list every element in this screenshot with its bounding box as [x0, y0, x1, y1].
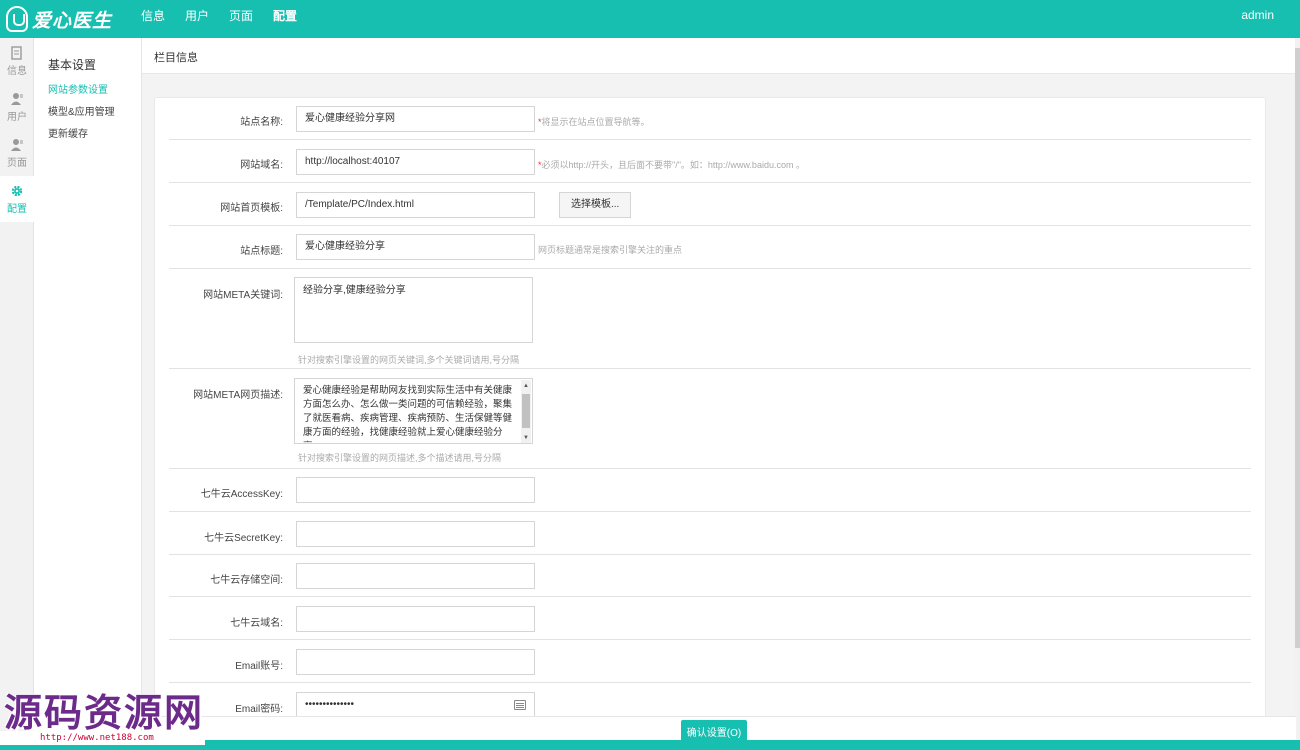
- form-row-domain: 网站域名: http://localhost:40107 *必须以http://…: [169, 140, 1251, 183]
- logo-text: 爱心医生: [32, 9, 113, 32]
- form-row-qiniu-bucket: 七牛云存储空间:: [169, 555, 1251, 597]
- settings-form: 站点名称: 爱心健康经验分享网 *将显示在站点位置导航等。 网站域名: http…: [154, 97, 1266, 750]
- logo[interactable]: 爱心医生: [6, 5, 112, 33]
- gear-icon: [11, 185, 23, 196]
- watermark-url: http://www.net188.com: [0, 731, 205, 745]
- field-label: 七牛云存储空间:: [210, 575, 283, 586]
- form-row-site-title: 站点标题: 爱心健康经验分享 网页标题通常是搜索引擎关注的重点: [169, 226, 1251, 269]
- topnav-item-config[interactable]: 配置: [273, 7, 297, 24]
- topnav-item-users[interactable]: 用户: [185, 7, 209, 24]
- main-content: 栏目信息 站点名称: 爱心健康经验分享网 *将显示在站点位置导航等。 网站域名:…: [142, 38, 1296, 750]
- rail-item-pages[interactable]: 页面: [0, 130, 34, 176]
- qiniu-domain-input[interactable]: [296, 606, 535, 632]
- rail-label: 配置: [7, 203, 27, 215]
- subnav-heading: 基本设置: [48, 58, 97, 72]
- field-label: 网站META网页描述:: [193, 390, 283, 401]
- form-row-site-name: 站点名称: 爱心健康经验分享网 *将显示在站点位置导航等。: [169, 98, 1251, 140]
- form-row-qiniu-domain: 七牛云域名:: [169, 597, 1251, 640]
- user-menu[interactable]: admin: [1241, 8, 1274, 22]
- subnav-item-clear-cache[interactable]: 更新缓存: [48, 125, 141, 140]
- document-icon: [11, 45, 22, 60]
- field-label: 网站META关键词:: [203, 290, 283, 301]
- confirm-settings-button[interactable]: 确认设置(O): [681, 720, 747, 748]
- page-scrollbar-thumb[interactable]: [1295, 48, 1300, 648]
- topnav-item-info[interactable]: 信息: [141, 7, 165, 24]
- rail-item-config[interactable]: 配置: [0, 176, 34, 222]
- top-bar: 爱心医生 信息 用户 页面 配置 admin: [0, 0, 1300, 38]
- field-hint: *将显示在站点位置导航等。: [538, 117, 650, 127]
- field-label: 网站域名:: [240, 160, 283, 171]
- form-row-meta-keywords: 网站META关键词: 经验分享,健康经验分享 针对搜索引擎设置的网页关键词,多个…: [169, 269, 1251, 369]
- qiniu-access-key-input[interactable]: [296, 477, 535, 503]
- field-hint: 网页标题通常是搜索引擎关注的重点: [538, 245, 683, 255]
- field-label: 七牛云SecretKey:: [204, 533, 283, 544]
- page-title: 栏目信息: [142, 38, 1296, 74]
- rail-label: 页面: [7, 157, 27, 169]
- meta-desc-textarea[interactable]: 爱心健康经验是帮助网友找到实际生活中有关健康方面怎么办、怎么做一类问题的可信赖经…: [294, 378, 533, 444]
- subnav-item-models-apps[interactable]: 模型&应用管理: [48, 103, 141, 118]
- rail-item-users[interactable]: 用户: [0, 84, 34, 130]
- field-hint: *必须以http://开头，且后面不要带"/"。如：http://www.bai…: [538, 160, 805, 170]
- site-name-input[interactable]: 爱心健康经验分享网: [296, 106, 535, 132]
- settings-subnav: 基本设置 网站参数设置 模型&应用管理 更新缓存: [34, 38, 142, 750]
- scroll-up-icon[interactable]: ▲: [522, 382, 530, 390]
- field-label: Email密码:: [235, 704, 283, 715]
- heart-doctor-icon: [6, 6, 28, 32]
- topnav-item-pages[interactable]: 页面: [229, 7, 253, 24]
- form-row-template: 网站首页模板: /Template/PC/Index.html 选择模板...: [169, 183, 1251, 226]
- page-scrollbar[interactable]: [1295, 38, 1300, 750]
- field-hint: 针对搜索引擎设置的网页关键词,多个关键词请用,号分隔: [298, 355, 520, 365]
- rail-label: 用户: [7, 111, 27, 123]
- user-icon: [11, 92, 23, 105]
- domain-input[interactable]: http://localhost:40107: [296, 149, 535, 175]
- icon-rail: 信息 用户 页面 配置: [0, 38, 34, 750]
- form-row-qiniu-secret: 七牛云SecretKey:: [169, 512, 1251, 555]
- keyboard-icon[interactable]: [514, 700, 526, 710]
- form-row-email-account: Email账号:: [169, 640, 1251, 683]
- email-password-input[interactable]: ••••••••••••••: [296, 692, 535, 718]
- field-label: 七牛云AccessKey:: [200, 489, 283, 500]
- scrollbar-thumb[interactable]: [522, 394, 530, 428]
- page-user-icon: [11, 138, 23, 151]
- field-label: 七牛云域名:: [230, 618, 283, 629]
- form-row-meta-desc: 网站META网页描述: 爱心健康经验是帮助网友找到实际生活中有关健康方面怎么办、…: [169, 369, 1251, 469]
- select-template-button[interactable]: 选择模板...: [559, 192, 632, 218]
- watermark-text: 源码资源网: [4, 690, 205, 735]
- scroll-down-icon[interactable]: ▼: [522, 434, 530, 442]
- field-label: 站点名称:: [240, 117, 283, 128]
- rail-item-info[interactable]: 信息: [0, 38, 34, 84]
- meta-keywords-textarea[interactable]: 经验分享,健康经验分享: [294, 277, 533, 343]
- textarea-scrollbar[interactable]: ▲ ▼: [521, 380, 531, 443]
- field-label: 站点标题:: [240, 246, 283, 257]
- email-account-input[interactable]: [296, 649, 535, 675]
- field-label: Email账号:: [235, 661, 283, 672]
- rail-label: 信息: [7, 65, 27, 77]
- field-label: 网站首页模板:: [220, 203, 283, 214]
- form-row-qiniu-access: 七牛云AccessKey:: [169, 469, 1251, 512]
- field-hint: 针对搜索引擎设置的网页描述,多个描述请用,号分隔: [298, 453, 502, 463]
- site-title-input[interactable]: 爱心健康经验分享: [296, 234, 535, 260]
- qiniu-secret-key-input[interactable]: [296, 521, 535, 547]
- qiniu-bucket-input[interactable]: [296, 563, 535, 589]
- subnav-item-site-params[interactable]: 网站参数设置: [48, 81, 141, 96]
- template-input[interactable]: /Template/PC/Index.html: [296, 192, 535, 218]
- top-nav: 信息 用户 页面 配置: [141, 0, 317, 30]
